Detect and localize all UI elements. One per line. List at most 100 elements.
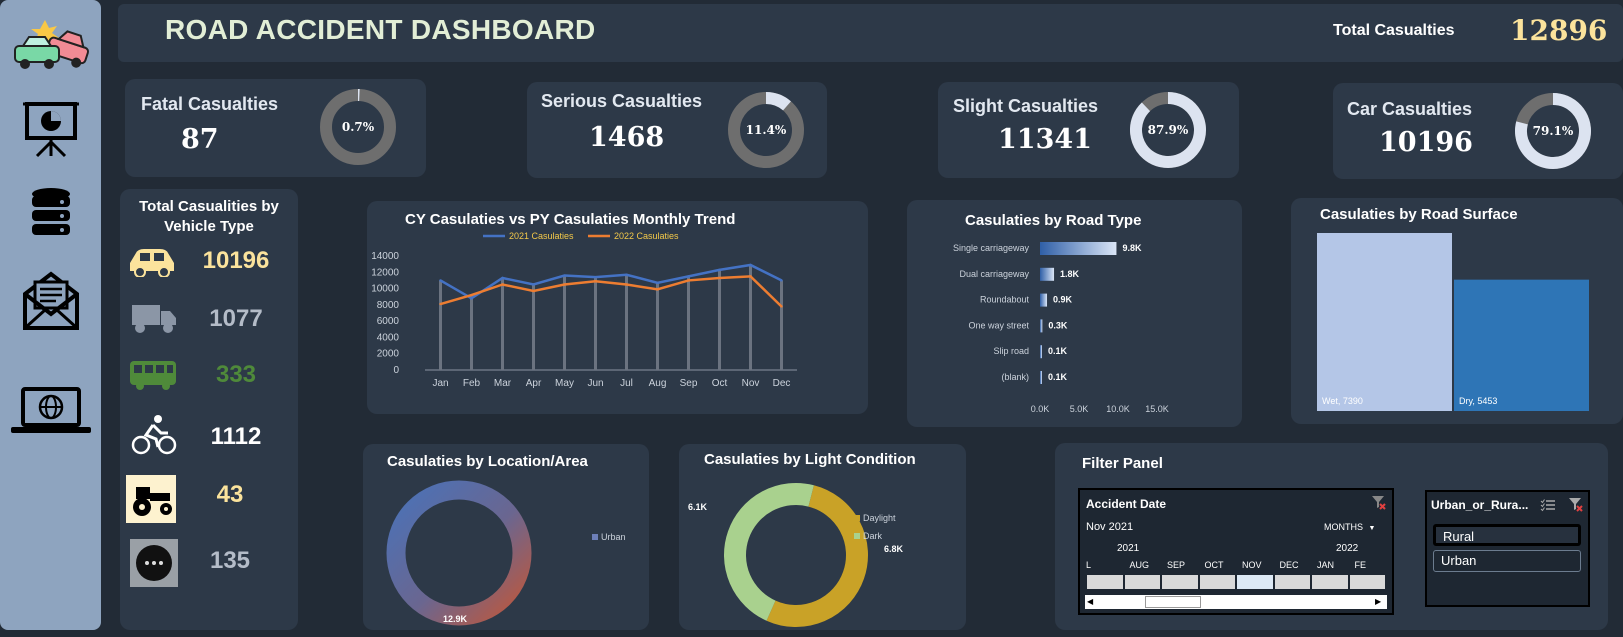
- data-label: 1.8K: [1060, 269, 1080, 279]
- y-tick-label: 4000: [377, 332, 400, 343]
- category-label: One way street: [968, 320, 1029, 330]
- data-point: [687, 275, 690, 278]
- light-donut: Daylight Dark6.8K 6.1K: [688, 483, 904, 627]
- kpi-donut: 87.9%: [1130, 92, 1206, 168]
- x-tick-label: Oct: [712, 378, 728, 389]
- kpi-card-serious: Serious Casualties 1468 11.4%: [527, 82, 827, 178]
- timeline-level-dropdown[interactable]: MONTHS ▼: [1324, 522, 1375, 532]
- sidebar: [0, 0, 101, 630]
- timeline-month-cell[interactable]: [1349, 575, 1385, 589]
- legend-swatch: [854, 533, 860, 539]
- timeline-year: 2022: [1336, 543, 1359, 554]
- light-condition-chart: Casulaties by Light Condition Daylight Da…: [679, 444, 966, 630]
- timeline-month-label: FE: [1354, 560, 1367, 570]
- slicer-option-urban[interactable]: Urban: [1433, 550, 1581, 572]
- vehicle-value-car: 10196: [202, 247, 270, 274]
- timeline-month-label: AUG: [1129, 560, 1150, 570]
- timeline-month-label: JAN: [1317, 560, 1335, 570]
- vehicle-type-panel: Total Casualities by Vehicle Type 10196 …: [120, 189, 298, 630]
- location-donut: Urban 12.9K: [386, 480, 626, 626]
- category-label: (blank): [1001, 372, 1029, 382]
- donut-ring: [386, 480, 532, 626]
- data-label: 0.1K: [1048, 346, 1068, 356]
- scroll-left-icon[interactable]: ◀: [1087, 597, 1097, 607]
- data-point: [532, 289, 535, 293]
- x-tick-label: Apr: [526, 378, 542, 389]
- bar: [1040, 319, 1043, 333]
- timeline-header: Accident Date: [1086, 497, 1167, 511]
- data-point: [780, 279, 783, 282]
- road-type-plot: Single carriageway 9.8K Dual carriageway 1.…: [953, 242, 1169, 414]
- timeline-month-labels: L AUG SEP OCT NOV DEC JAN FE: [1086, 560, 1386, 574]
- timeline-month-label: DEC: [1279, 560, 1299, 570]
- x-tick-label: 0.0K: [1031, 404, 1050, 414]
- kpi-value: 1468: [589, 122, 665, 153]
- timeline-month-cell[interactable]: [1087, 575, 1123, 589]
- filter-panel: Filter Panel Accident Date Nov 2021 MONT…: [1055, 443, 1608, 630]
- tractor-icon: [126, 475, 176, 523]
- data-point: [749, 275, 752, 278]
- category-label: Roundabout: [980, 295, 1030, 305]
- vehicle-panel-title: Total Casualities by Vehicle Type: [120, 197, 298, 237]
- trend-plot: 2021 Casulaties 2022 Casulaties 14000 12000…: [371, 231, 797, 389]
- data-point: [625, 283, 628, 286]
- car-crash-icon[interactable]: [0, 18, 101, 72]
- mail-icon[interactable]: [0, 270, 101, 332]
- laptop-web-icon[interactable]: [0, 385, 101, 437]
- x-tick-label: 15.0K: [1145, 404, 1169, 414]
- slicer-option-rural[interactable]: Rural: [1433, 524, 1581, 546]
- kpi-card-fatal: Fatal Casualties 87 0.7%: [125, 79, 426, 177]
- category-label: Dual carriageway: [959, 269, 1029, 279]
- legend-label: Urban: [601, 532, 626, 542]
- timeline-month-cell[interactable]: [1274, 575, 1310, 589]
- data-point: [501, 276, 504, 280]
- y-tick-label: 10000: [371, 284, 399, 295]
- timeline-month-cell[interactable]: [1124, 575, 1160, 589]
- data-label: Wet, 7390: [1322, 396, 1363, 406]
- urban-rural-slicer[interactable]: Urban_or_Rura... Rural Urban: [1425, 490, 1590, 607]
- chevron-down-icon: ▼: [1368, 525, 1376, 532]
- filter-panel-title: Filter Panel: [1082, 455, 1163, 472]
- legend-label: 2021 Casulaties: [509, 231, 574, 241]
- vehicle-title-line2: Vehicle Type: [164, 218, 254, 235]
- timeline-scroll-thumb[interactable]: [1145, 596, 1201, 608]
- ring-pct-label: 87.9%: [1148, 123, 1189, 137]
- timeline-scrollbar[interactable]: ◀ ▶: [1085, 595, 1387, 609]
- kpi-value: 11341: [998, 124, 1092, 155]
- donut-slice-daylight: [766, 485, 868, 627]
- kpi-donut: 11.4%: [728, 92, 804, 168]
- vehicle-value-truck: 1077: [209, 305, 263, 332]
- x-tick-label: Nov: [742, 378, 760, 389]
- data-point: [780, 305, 783, 308]
- timeline-month-label: NOV: [1242, 560, 1262, 570]
- bar: [1040, 242, 1117, 255]
- multi-select-icon[interactable]: [1540, 498, 1556, 512]
- clear-filter-icon[interactable]: [1567, 496, 1583, 512]
- data-label: 12.9K: [443, 614, 468, 624]
- presentation-icon[interactable]: [0, 100, 101, 158]
- scroll-right-icon[interactable]: ▶: [1375, 597, 1385, 607]
- timeline-month-cell[interactable]: [1237, 575, 1273, 589]
- data-point: [718, 276, 721, 280]
- timeline-month-cell[interactable]: [1312, 575, 1348, 589]
- x-tick-label: Aug: [649, 378, 667, 389]
- database-icon[interactable]: [0, 186, 101, 238]
- clear-filter-icon[interactable]: [1370, 494, 1386, 510]
- total-casualties-value: 12896: [1510, 14, 1608, 47]
- y-tick-label: 0: [393, 365, 399, 376]
- bar: [1040, 371, 1042, 384]
- kpi-card-car: Car Casualties 10196 79.1%: [1333, 83, 1623, 179]
- accident-date-timeline[interactable]: Accident Date Nov 2021 MONTHS ▼ 2021 202…: [1078, 488, 1394, 615]
- timeline-month-bars[interactable]: [1086, 575, 1386, 589]
- timeline-month-cell[interactable]: [1199, 575, 1235, 589]
- ring-fill: [765, 92, 791, 111]
- data-point: [625, 273, 628, 276]
- kpi-value: 10196: [1379, 127, 1473, 158]
- timeline-month-cell[interactable]: [1162, 575, 1198, 589]
- x-tick-label: Jun: [587, 378, 603, 389]
- x-tick-label: Mar: [494, 378, 512, 389]
- data-point: [563, 283, 566, 286]
- vehicle-title-line1: Total Casualities by: [139, 198, 279, 215]
- bus-icon: [130, 361, 176, 390]
- data-point: [687, 279, 690, 282]
